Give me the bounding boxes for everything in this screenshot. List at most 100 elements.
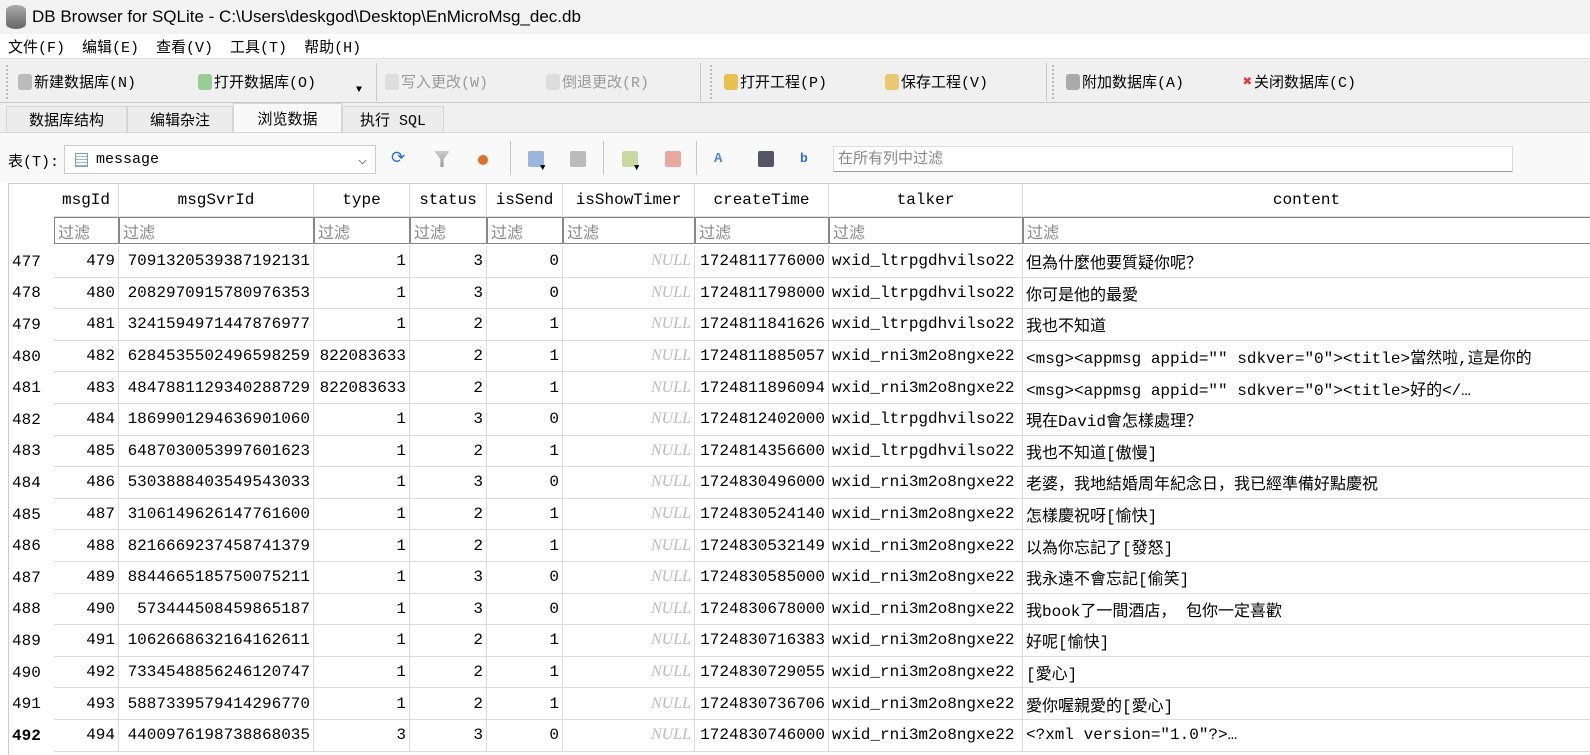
cell-msgId[interactable]: 494 xyxy=(54,720,119,752)
table-row[interactable]: 490 492 7334548856246120747 1 2 1 NULL 17248307… xyxy=(9,656,1590,689)
save-results-dropdown[interactable]: ▼ xyxy=(540,163,545,173)
table-row[interactable]: 485 487 3106149626147761600 1 2 1 NULL 17248305… xyxy=(9,498,1590,531)
cell-type[interactable]: 1 xyxy=(314,593,410,626)
cell-msgSvrId[interactable]: 6284535502496598259 xyxy=(119,340,314,373)
cell-isShowTimer[interactable]: NULL xyxy=(563,404,695,436)
cell-content[interactable]: <msg><appmsg appid="" sdkver="0"><title>… xyxy=(1023,341,1590,373)
cell-talker[interactable]: wxid_rni3m2o8ngxe22 xyxy=(829,688,1023,720)
table-select[interactable]: message ⌵ xyxy=(64,145,376,174)
column-header-type[interactable]: type xyxy=(314,184,410,217)
filter-input-isShowTimer[interactable]: 过滤 xyxy=(563,217,695,244)
tab-edit-pragmas[interactable]: 编辑杂注 xyxy=(127,106,233,132)
menu-help[interactable]: 帮助(H) xyxy=(296,36,370,57)
filter-input-msgSvrId[interactable]: 过滤 xyxy=(119,217,314,244)
cell-isSend[interactable]: 1 xyxy=(487,688,563,720)
filter-input-isSend[interactable]: 过滤 xyxy=(487,217,563,244)
cell-content[interactable]: 老婆，我地結婚周年紀念日，我已經準備好點慶祝 xyxy=(1023,467,1590,499)
row-number[interactable]: 489 xyxy=(9,625,54,657)
close-database-button[interactable]: ✖ 关闭数据库(C) xyxy=(1243,71,1356,92)
column-header-msgSvrId[interactable]: msgSvrId xyxy=(119,184,314,217)
cell-isShowTimer[interactable]: NULL xyxy=(563,467,695,499)
cell-createTime[interactable]: 1724811885057 xyxy=(695,340,829,373)
cell-isSend[interactable]: 1 xyxy=(487,372,563,404)
cell-type[interactable]: 1 xyxy=(314,562,410,594)
revert-changes-button[interactable]: 倒退更改(R) xyxy=(546,71,649,92)
cell-createTime[interactable]: 1724830736706 xyxy=(695,688,829,720)
cell-isShowTimer[interactable]: NULL xyxy=(563,530,695,562)
row-number[interactable]: 491 xyxy=(9,688,54,720)
cell-msgId[interactable]: 490 xyxy=(54,593,119,626)
table-row[interactable]: 478 480 2082970915780976353 1 3 0 NULL 17248117… xyxy=(9,277,1590,310)
cell-status[interactable]: 2 xyxy=(410,340,487,373)
cell-isSend[interactable]: 0 xyxy=(487,246,563,278)
filter-all-columns-input[interactable]: 在所有列中过滤 xyxy=(833,146,1513,172)
cell-status[interactable]: 3 xyxy=(410,593,487,626)
cell-talker[interactable]: wxid_rni3m2o8ngxe22 xyxy=(829,625,1023,657)
cell-msgSvrId[interactable]: 8216669237458741379 xyxy=(119,530,314,562)
corner-cell[interactable] xyxy=(9,184,54,217)
cell-content[interactable]: 怎樣慶祝呀[愉快] xyxy=(1023,499,1590,531)
table-row[interactable]: 489 491 1062668632164162611 1 2 1 NULL 17248307… xyxy=(9,625,1590,657)
cell-isShowTimer[interactable]: NULL xyxy=(563,720,695,752)
print-icon[interactable] xyxy=(570,151,586,167)
menu-view[interactable]: 查看(V) xyxy=(148,36,222,57)
cell-talker[interactable]: wxid_rni3m2o8ngxe22 xyxy=(829,372,1023,404)
cell-msgSvrId[interactable]: 7091320539387192131 xyxy=(119,246,314,278)
cell-talker[interactable]: wxid_rni3m2o8ngxe22 xyxy=(829,467,1023,499)
cell-type[interactable]: 3 xyxy=(314,720,410,752)
cell-content[interactable]: 愛你喔親愛的[愛心] xyxy=(1023,688,1590,720)
cell-status[interactable]: 2 xyxy=(410,688,487,720)
cell-type[interactable]: 1 xyxy=(314,246,410,278)
cell-isSend[interactable]: 1 xyxy=(487,530,563,562)
row-number[interactable]: 488 xyxy=(9,593,54,626)
clear-sort-icon[interactable] xyxy=(478,155,488,165)
cell-isShowTimer[interactable]: NULL xyxy=(563,625,695,657)
cell-createTime[interactable]: 1724830585000 xyxy=(695,562,829,594)
cell-createTime[interactable]: 1724811841626 xyxy=(695,309,829,341)
cell-msgId[interactable]: 487 xyxy=(54,498,119,531)
cell-type[interactable]: 822083633 xyxy=(314,340,410,373)
filter-input-type[interactable]: 过滤 xyxy=(314,217,410,244)
cell-isShowTimer[interactable]: NULL xyxy=(563,435,695,468)
table-row[interactable]: 483 485 6487030053997601623 1 2 1 NULL 17248143… xyxy=(9,435,1590,468)
cell-isShowTimer[interactable]: NULL xyxy=(563,688,695,720)
row-number[interactable]: 482 xyxy=(9,404,54,436)
cell-status[interactable]: 3 xyxy=(410,467,487,499)
cell-status[interactable]: 2 xyxy=(410,372,487,404)
menu-edit[interactable]: 编辑(E) xyxy=(74,36,148,57)
cell-msgSvrId[interactable]: 5303888403549543033 xyxy=(119,467,314,499)
cell-msgSvrId[interactable]: 8844665185750075211 xyxy=(119,562,314,594)
cell-msgId[interactable]: 484 xyxy=(54,404,119,436)
cell-msgSvrId[interactable]: 573444508459865187 xyxy=(119,593,314,626)
cell-isSend[interactable]: 1 xyxy=(487,656,563,689)
row-number[interactable]: 486 xyxy=(9,530,54,562)
column-header-isSend[interactable]: isSend xyxy=(487,184,563,217)
table-row[interactable]: 480 482 6284535502496598259 822083633 2 1 NULL… xyxy=(9,340,1590,373)
cell-content[interactable]: 我也不知道 xyxy=(1023,309,1590,341)
cell-msgId[interactable]: 480 xyxy=(54,277,119,310)
cell-isShowTimer[interactable]: NULL xyxy=(563,309,695,341)
cell-content[interactable]: <?xml version="1.0"?>… xyxy=(1023,720,1590,752)
cell-type[interactable]: 1 xyxy=(314,625,410,657)
cell-content[interactable]: 現在David會怎樣處理？ xyxy=(1023,404,1590,436)
cell-content[interactable]: 我也不知道[傲慢] xyxy=(1023,436,1590,468)
cell-type[interactable]: 1 xyxy=(314,404,410,436)
insert-record-dropdown[interactable]: ▼ xyxy=(634,163,639,173)
attach-database-button[interactable]: 附加数据库(A) xyxy=(1066,71,1184,92)
cell-createTime[interactable]: 1724830678000 xyxy=(695,593,829,626)
cell-talker[interactable]: wxid_rni3m2o8ngxe22 xyxy=(829,593,1023,626)
tab-browse-data[interactable]: 浏览数据 xyxy=(233,103,342,132)
cell-status[interactable]: 2 xyxy=(410,530,487,562)
cell-type[interactable]: 1 xyxy=(314,435,410,468)
cell-msgSvrId[interactable]: 3106149626147761600 xyxy=(119,498,314,531)
cell-talker[interactable]: wxid_rni3m2o8ngxe22 xyxy=(829,340,1023,373)
cell-talker[interactable]: wxid_ltrpgdhvilso22 xyxy=(829,309,1023,341)
row-number[interactable]: 479 xyxy=(9,309,54,341)
cell-type[interactable]: 1 xyxy=(314,277,410,310)
cell-content[interactable]: <msg><appmsg appid="" sdkver="0"><title>… xyxy=(1023,372,1590,404)
cell-msgSvrId[interactable]: 4400976198738868035 xyxy=(119,720,314,752)
cell-isShowTimer[interactable]: NULL xyxy=(563,340,695,373)
cell-status[interactable]: 2 xyxy=(410,498,487,531)
cell-status[interactable]: 3 xyxy=(410,277,487,310)
cell-createTime[interactable]: 1724830524140 xyxy=(695,498,829,531)
